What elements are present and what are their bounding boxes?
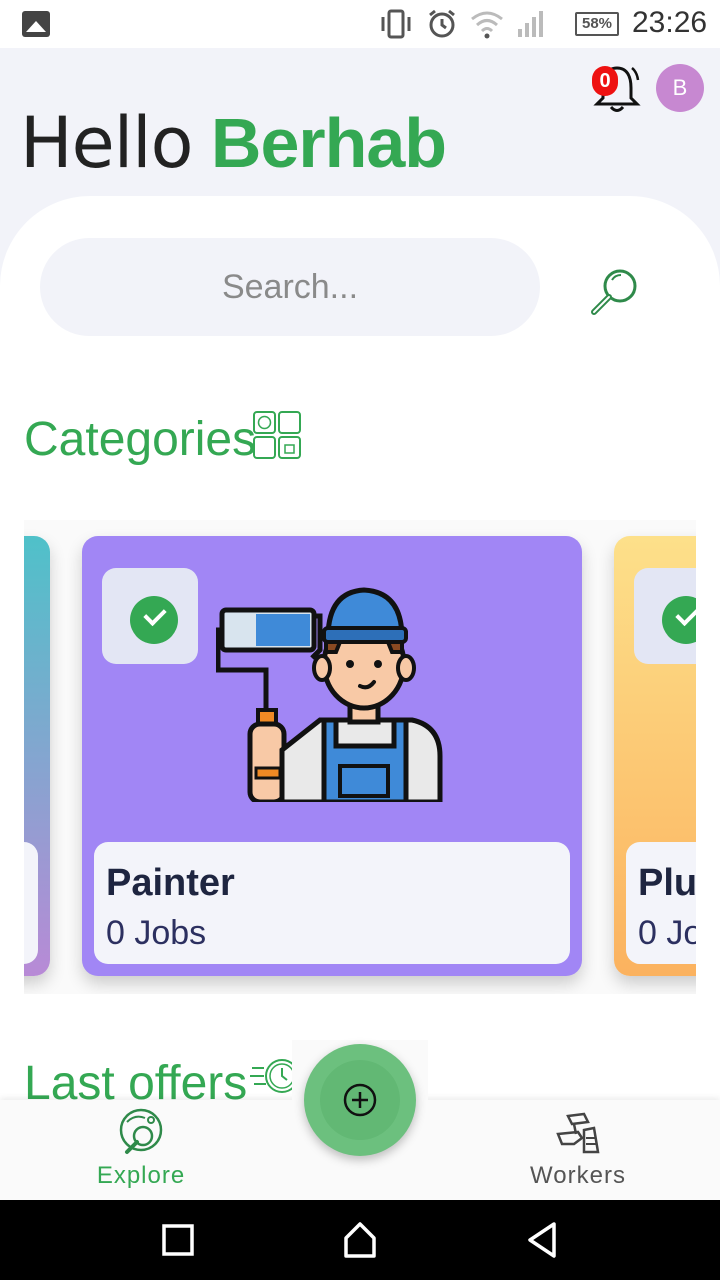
- home-icon[interactable]: [338, 1218, 382, 1262]
- workers-icon: [556, 1112, 600, 1154]
- greeting-user-name: Berhab: [210, 104, 447, 182]
- explore-icon: [119, 1108, 163, 1154]
- category-info: Painter 0 Jobs: [94, 842, 570, 964]
- notification-badge: 0: [592, 66, 618, 96]
- signal-icon: [518, 11, 543, 37]
- alarm-icon: [429, 9, 455, 38]
- nav-explore-label: Explore: [96, 1162, 186, 1189]
- category-card-previous[interactable]: [24, 536, 50, 976]
- category-select-toggle[interactable]: [102, 568, 198, 664]
- search-box[interactable]: [40, 238, 540, 336]
- category-job-count: 0 Jobs: [106, 914, 207, 952]
- category-name: Painter: [106, 862, 235, 904]
- notifications-button[interactable]: 0: [592, 62, 642, 116]
- battery-indicator: 58%: [575, 12, 619, 36]
- nav-workers[interactable]: Workers: [498, 1106, 658, 1196]
- category-info: Plu 0 Jo: [626, 842, 696, 964]
- system-navigation-bar: [0, 1200, 720, 1280]
- check-icon: [662, 596, 696, 644]
- plus-circle-icon: [343, 1083, 377, 1117]
- back-icon[interactable]: [520, 1218, 564, 1262]
- status-bar: 58% 23:26: [0, 0, 720, 48]
- categories-title: Categories: [24, 413, 257, 466]
- search-input[interactable]: [40, 238, 540, 336]
- greeting: Hello Berhab: [20, 102, 447, 184]
- categories-icon: [253, 411, 301, 459]
- painter-illustration: [216, 587, 443, 802]
- search-button[interactable]: [584, 262, 644, 322]
- avatar[interactable]: B: [656, 64, 704, 112]
- nav-explore[interactable]: Explore: [61, 1106, 221, 1196]
- category-card-painter[interactable]: Painter 0 Jobs: [82, 536, 582, 976]
- wifi-icon: [471, 11, 503, 39]
- check-icon: [130, 596, 178, 644]
- categories-carousel[interactable]: Painter 0 Jobs Plu 0 Jo: [24, 520, 696, 994]
- greeting-hello: Hello: [20, 102, 193, 184]
- category-job-count: 0 Jo: [638, 914, 696, 952]
- category-name: Plu: [638, 862, 696, 904]
- search-icon: [591, 269, 637, 315]
- category-card-next[interactable]: Plu 0 Jo: [614, 536, 696, 976]
- category-select-toggle[interactable]: [634, 568, 696, 664]
- add-button-inner: [320, 1060, 400, 1140]
- nav-workers-label: Workers: [530, 1162, 626, 1189]
- add-button[interactable]: [304, 1044, 416, 1156]
- vibrate-icon: [381, 9, 411, 39]
- clock: 23:26: [632, 6, 708, 39]
- status-icons: [378, 8, 546, 40]
- recents-icon[interactable]: [156, 1218, 200, 1262]
- gallery-notification-icon: [22, 11, 50, 37]
- category-info: [24, 842, 38, 964]
